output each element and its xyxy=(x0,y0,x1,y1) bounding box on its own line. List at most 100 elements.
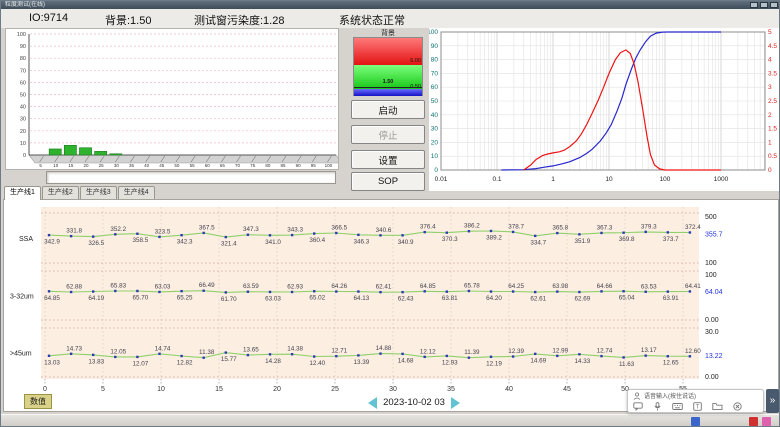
tray-icon-pink[interactable] xyxy=(762,417,771,426)
svg-text:12.05: 12.05 xyxy=(110,348,126,355)
svg-text:11.39: 11.39 xyxy=(464,349,480,356)
svg-text:365.8: 365.8 xyxy=(552,225,568,232)
svg-text:12.82: 12.82 xyxy=(177,360,193,367)
app-window: 粒度测试(在线) IO:9714 背景:1.50 测试窗污染度:1.28 系统状… xyxy=(0,0,780,427)
production-line-tabs: 生产线1生产线2生产线3生产线4 xyxy=(4,186,156,200)
svg-text:63.03: 63.03 xyxy=(265,295,281,302)
svg-text:369.8: 369.8 xyxy=(619,236,635,243)
svg-text:372.4: 372.4 xyxy=(685,224,701,231)
sop-button[interactable]: SOP xyxy=(351,172,425,191)
svg-text:343.3: 343.3 xyxy=(287,227,303,234)
window-title: 粒度测试(在线) xyxy=(5,2,45,8)
tab-production-line-1[interactable]: 生产线1 xyxy=(4,186,41,200)
svg-text:60: 60 xyxy=(205,163,211,168)
close-circle-icon[interactable] xyxy=(733,402,742,411)
close-button[interactable] xyxy=(770,2,778,8)
folder-icon[interactable] xyxy=(712,402,723,411)
microphone-icon[interactable] xyxy=(653,402,662,411)
date-label: 2023-10-02 03 xyxy=(383,397,445,408)
svg-text:13.39: 13.39 xyxy=(354,359,370,366)
svg-text:63.03: 63.03 xyxy=(155,283,171,290)
svg-text:10: 10 xyxy=(605,176,613,183)
ime-expand-chevron[interactable]: » xyxy=(766,389,779,413)
values-button[interactable]: 数值 xyxy=(24,394,52,409)
svg-text:20: 20 xyxy=(84,163,90,168)
next-date-arrow[interactable] xyxy=(451,397,460,409)
svg-text:100: 100 xyxy=(429,29,438,36)
maximize-button[interactable] xyxy=(760,2,768,8)
svg-text:0.1: 0.1 xyxy=(492,176,501,183)
svg-text:5: 5 xyxy=(768,29,772,36)
tray-icon-red[interactable] xyxy=(749,417,758,426)
svg-text:64.85: 64.85 xyxy=(44,295,60,302)
svg-text:64.66: 64.66 xyxy=(597,283,613,290)
svg-text:62.61: 62.61 xyxy=(530,296,546,303)
svg-text:0: 0 xyxy=(43,386,47,393)
svg-text:10: 10 xyxy=(53,163,59,168)
svg-text:13.17: 13.17 xyxy=(641,347,657,354)
svg-text:65.02: 65.02 xyxy=(309,295,325,302)
svg-text:80: 80 xyxy=(431,57,439,64)
start-button[interactable]: 启动 xyxy=(351,100,425,119)
svg-text:366.5: 366.5 xyxy=(331,225,347,232)
svg-text:64.20: 64.20 xyxy=(486,295,502,302)
svg-text:389.2: 389.2 xyxy=(486,234,502,241)
svg-text:340.6: 340.6 xyxy=(376,227,392,234)
stop-button[interactable]: 停止 xyxy=(351,125,425,144)
svg-text:351.9: 351.9 xyxy=(575,238,591,245)
svg-text:0.01: 0.01 xyxy=(435,176,448,183)
svg-text:90: 90 xyxy=(296,163,302,168)
svg-text:30: 30 xyxy=(114,163,120,168)
svg-text:40: 40 xyxy=(431,112,439,119)
svg-text:378.7: 378.7 xyxy=(508,223,524,230)
minimize-button[interactable] xyxy=(750,2,758,8)
svg-text:63.91: 63.91 xyxy=(663,295,679,302)
svg-text:342.9: 342.9 xyxy=(44,239,60,246)
svg-text:70: 70 xyxy=(20,68,26,74)
settings-button[interactable]: 设置 xyxy=(351,150,425,169)
svg-text:367.5: 367.5 xyxy=(199,224,215,231)
svg-text:100: 100 xyxy=(705,260,717,267)
text-tool-icon[interactable]: T xyxy=(693,402,702,411)
svg-text:14.68: 14.68 xyxy=(398,357,414,364)
svg-text:90: 90 xyxy=(431,43,439,50)
svg-text:379.3: 379.3 xyxy=(641,223,657,230)
svg-text:100: 100 xyxy=(17,32,26,38)
svg-text:340.9: 340.9 xyxy=(398,239,414,246)
svg-text:35: 35 xyxy=(447,386,455,393)
svg-text:30: 30 xyxy=(20,117,26,123)
svg-text:5: 5 xyxy=(101,386,105,393)
svg-text:45: 45 xyxy=(159,163,165,168)
svg-text:331.8: 331.8 xyxy=(66,228,82,235)
svg-text:13.03: 13.03 xyxy=(44,359,60,366)
svg-text:65.25: 65.25 xyxy=(177,295,193,302)
svg-text:64.25: 64.25 xyxy=(508,283,524,290)
tab-production-line-2[interactable]: 生产线2 xyxy=(42,186,79,199)
chat-icon[interactable] xyxy=(633,402,643,411)
svg-text:35: 35 xyxy=(129,163,135,168)
keyboard-icon[interactable] xyxy=(672,402,683,411)
svg-text:12.19: 12.19 xyxy=(486,360,502,367)
svg-text:80: 80 xyxy=(265,163,271,168)
size-histogram-box: 0102030405060708090100510152025303540455… xyxy=(5,28,339,170)
svg-text:>45um: >45um xyxy=(10,351,32,358)
size-histogram-chart: 0102030405060708090100510152025303540455… xyxy=(6,29,338,169)
svg-text:65.70: 65.70 xyxy=(133,295,149,302)
histogram-scrollbar[interactable] xyxy=(46,171,336,184)
svg-text:100: 100 xyxy=(660,176,671,183)
svg-text:15: 15 xyxy=(215,386,223,393)
tray-icon-blue[interactable] xyxy=(691,417,700,426)
svg-text:1: 1 xyxy=(768,139,772,146)
svg-text:95: 95 xyxy=(311,163,317,168)
title-bar[interactable]: 粒度测试(在线) xyxy=(1,1,780,9)
tab-production-line-4[interactable]: 生产线4 xyxy=(118,186,155,199)
trend-chart: 0510152025303540455055SSA500100355.7342.… xyxy=(5,201,778,393)
svg-text:13.65: 13.65 xyxy=(243,347,259,354)
svg-text:50: 50 xyxy=(431,98,439,105)
svg-text:65.78: 65.78 xyxy=(464,282,480,289)
background-value: 背景:1.50 xyxy=(105,12,151,28)
prev-date-arrow[interactable] xyxy=(368,397,377,409)
svg-text:75: 75 xyxy=(250,163,256,168)
tab-production-line-3[interactable]: 生产线3 xyxy=(80,186,117,199)
taskbar xyxy=(1,414,780,427)
